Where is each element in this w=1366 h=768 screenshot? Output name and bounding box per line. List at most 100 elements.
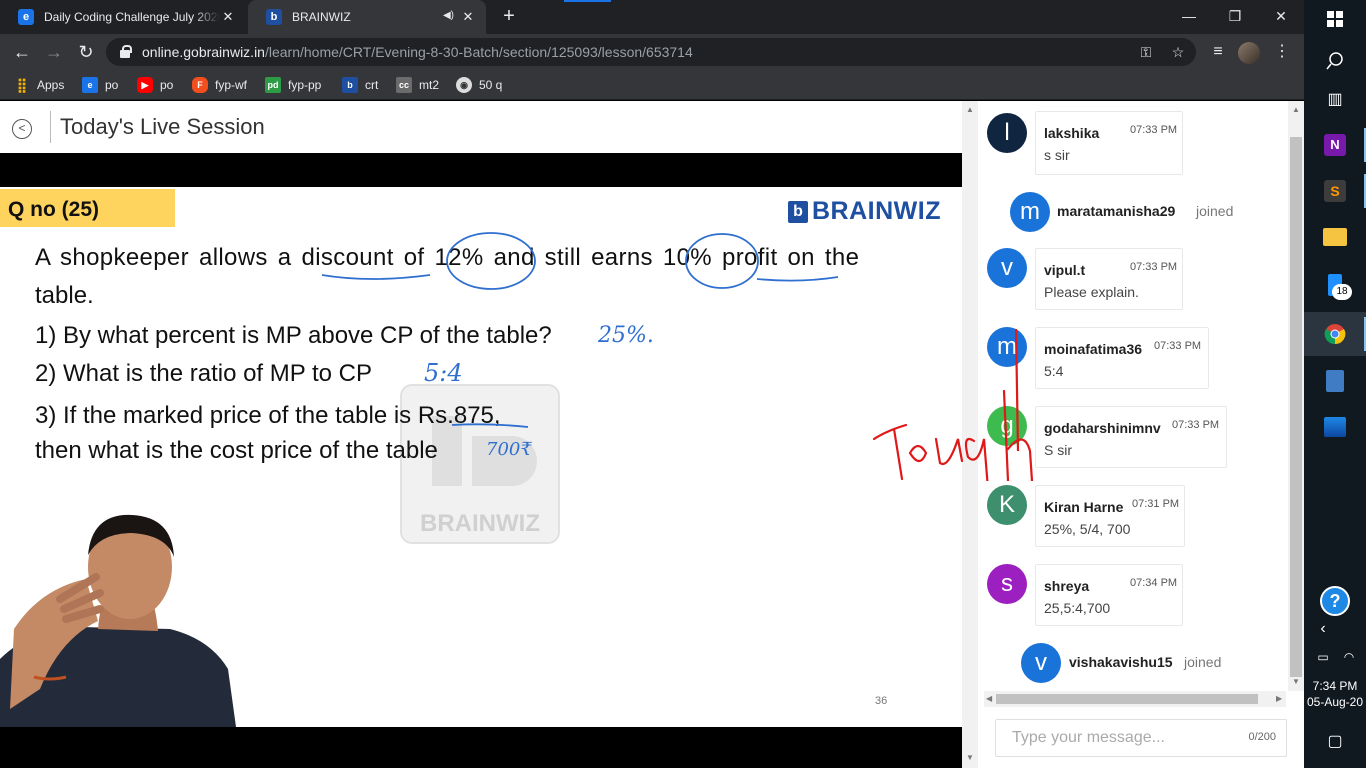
chat-timestamp: 07:33 PM bbox=[1130, 261, 1178, 273]
minimize-button[interactable]: — bbox=[1174, 5, 1204, 27]
back-button[interactable]: ← bbox=[10, 40, 34, 64]
bookmark-po-youtube[interactable]: ▶ po bbox=[137, 76, 173, 94]
page-content: < Today's Live Session Q no (25) b BRAIN… bbox=[0, 101, 1304, 768]
new-tab-button[interactable]: + bbox=[498, 6, 520, 28]
underline-profit bbox=[756, 276, 839, 282]
chat-message: lakshika 07:33 PM s sir bbox=[1035, 111, 1183, 175]
bookmark-mt2[interactable]: cc mt2 bbox=[396, 76, 439, 94]
join-username: maratamanisha29 bbox=[1057, 203, 1176, 219]
chat-timestamp: 07:33 PM bbox=[1172, 419, 1220, 431]
scroll-down-arrow-icon[interactable]: ▼ bbox=[966, 753, 974, 762]
chat-input-box: 0/200 bbox=[995, 719, 1287, 757]
search-icon[interactable] bbox=[1320, 46, 1350, 76]
session-header: < Today's Live Session bbox=[0, 101, 962, 153]
join-notice: m maratamanisha29 joined bbox=[1010, 192, 1270, 232]
answer-1-ink: 25%. bbox=[598, 323, 654, 348]
onenote-n-glyph: N bbox=[1324, 134, 1346, 156]
join-label: joined bbox=[1196, 203, 1234, 219]
close-window-button[interactable]: ✕ bbox=[1266, 5, 1296, 27]
answer-3-ink: 700₹ bbox=[486, 439, 532, 460]
forward-button[interactable]: → bbox=[42, 40, 66, 64]
key-icon[interactable]: ⚿ bbox=[1136, 42, 1156, 62]
answer-2-ink: 5:4 bbox=[424, 359, 463, 387]
calculator-icon[interactable] bbox=[1320, 366, 1350, 396]
pdf-icon: pd bbox=[265, 77, 281, 93]
chrome-icon[interactable] bbox=[1320, 319, 1350, 349]
help-question-glyph: ? bbox=[1320, 586, 1350, 616]
restore-button[interactable]: ❐ bbox=[1220, 5, 1250, 27]
file-explorer-icon[interactable] bbox=[1320, 222, 1350, 252]
sublime-s-glyph: S bbox=[1324, 180, 1346, 202]
join-notice: v vishakavishu15 joined bbox=[1021, 643, 1281, 683]
scroll-right-arrow-icon[interactable]: ▶ bbox=[1276, 694, 1282, 703]
brainwiz-b-icon: b bbox=[266, 9, 282, 25]
notification-badge: 18 bbox=[1332, 284, 1352, 300]
scroll-left-arrow-icon[interactable]: ◀ bbox=[986, 694, 992, 703]
windows-start-icon[interactable] bbox=[1320, 4, 1350, 34]
address-bar[interactable]: online.gobrainwiz.in/learn/home/CRT/Even… bbox=[106, 38, 1196, 66]
chat-text: Please explain. bbox=[1044, 284, 1139, 300]
join-username: vishakavishu15 bbox=[1069, 654, 1173, 670]
bookmark-apps[interactable]: ⣿ Apps bbox=[14, 76, 65, 94]
wifi-icon[interactable]: ◠ bbox=[1334, 642, 1364, 672]
youtube-icon: ▶ bbox=[137, 77, 153, 93]
chat-message: vipul.t 07:33 PM Please explain. bbox=[1035, 248, 1183, 310]
bookmark-fyp-pp[interactable]: pd fyp-pp bbox=[265, 76, 321, 94]
media-control-icon[interactable]: ≡ bbox=[1206, 40, 1230, 64]
underline-discount bbox=[321, 274, 431, 280]
avatar: K bbox=[987, 485, 1027, 525]
notifications-icon[interactable]: ▢ bbox=[1320, 726, 1350, 756]
sublime-icon[interactable]: S bbox=[1320, 176, 1350, 206]
tab-title: Daily Coding Challenge July 2020 bbox=[44, 10, 220, 24]
tab-daily-coding[interactable]: e Daily Coding Challenge July 2020 ✕ bbox=[0, 0, 246, 34]
scroll-down-arrow-icon[interactable]: ▼ bbox=[1292, 677, 1300, 686]
phone-app-icon[interactable]: 18 bbox=[1320, 270, 1352, 300]
reload-button[interactable]: ↻ bbox=[74, 40, 98, 64]
horizontal-scrollbar-thumb[interactable] bbox=[996, 694, 1258, 704]
chat-scrollbar[interactable]: ▲ ▼ bbox=[1288, 101, 1304, 691]
scroll-up-arrow-icon[interactable]: ▲ bbox=[966, 105, 974, 114]
avatar: l bbox=[987, 113, 1027, 153]
chat-message: shreya 07:34 PM 25,5:4,700 bbox=[1035, 564, 1183, 626]
lesson-slide: Q no (25) b BRAINWIZ BRAINWIZ A shopkeep… bbox=[0, 187, 962, 727]
chevron-left-icon[interactable]: ‹ bbox=[1308, 614, 1338, 644]
chat-scrollbar-thumb[interactable] bbox=[1290, 137, 1302, 677]
tab-strip-accent bbox=[564, 0, 611, 2]
bookmark-po-edge[interactable]: e po bbox=[82, 76, 118, 94]
bookmark-fyp-wf[interactable]: Ffyp-wf bbox=[192, 76, 247, 94]
figma-icon: F bbox=[192, 77, 208, 93]
tough-scribble bbox=[872, 328, 1034, 481]
tab-brainwiz[interactable]: b BRAINWIZ ◀) ✕ bbox=[248, 0, 486, 34]
bookmark-50q[interactable]: ◉ 50 q bbox=[456, 76, 502, 94]
avatar: v bbox=[987, 248, 1027, 288]
speaker-icon[interactable]: ◀) bbox=[443, 10, 454, 21]
underline-rs875 bbox=[451, 423, 529, 428]
scroll-up-arrow-icon[interactable]: ▲ bbox=[1292, 105, 1300, 114]
video-player[interactable]: Q no (25) b BRAINWIZ BRAINWIZ A shopkeep… bbox=[0, 153, 962, 768]
pen-annotations bbox=[321, 232, 839, 428]
back-arrow-icon[interactable]: < bbox=[12, 119, 32, 139]
header-divider bbox=[50, 111, 51, 143]
tab-title: BRAINWIZ bbox=[292, 10, 351, 24]
chat-timestamp: 07:31 PM bbox=[1132, 498, 1180, 510]
system-clock[interactable]: 7:34 PM 05-Aug-20 bbox=[1304, 678, 1366, 710]
folder-shape bbox=[1323, 228, 1347, 246]
bookmark-star-icon[interactable]: ☆ bbox=[1168, 42, 1188, 62]
circle-12-percent bbox=[446, 232, 536, 290]
chat-text: 25,5:4,700 bbox=[1044, 600, 1111, 616]
photos-icon[interactable] bbox=[1320, 412, 1350, 442]
help-icon[interactable]: ? bbox=[1320, 586, 1350, 616]
chat-horizontal-scrollbar[interactable]: ◀ ▶ bbox=[984, 691, 1286, 707]
chat-timestamp: 07:34 PM bbox=[1130, 577, 1178, 589]
chat-message-input[interactable] bbox=[996, 720, 1236, 756]
bookmarks-bar: ⣿ Apps e po ▶ po Ffyp-wf pd fyp-pp b crt cc mt… bbox=[0, 70, 1304, 100]
task-view-icon[interactable]: ▥ bbox=[1320, 84, 1350, 114]
profile-avatar[interactable] bbox=[1238, 42, 1260, 64]
onenote-icon[interactable]: N bbox=[1320, 130, 1350, 160]
chat-text: s sir bbox=[1044, 147, 1070, 163]
close-tab-icon[interactable]: ✕ bbox=[460, 9, 476, 25]
close-tab-icon[interactable]: ✕ bbox=[220, 9, 236, 25]
lock-icon bbox=[120, 45, 132, 58]
bookmark-crt[interactable]: b crt bbox=[342, 76, 378, 94]
menu-dots-icon[interactable]: ⋮ bbox=[1270, 40, 1294, 64]
